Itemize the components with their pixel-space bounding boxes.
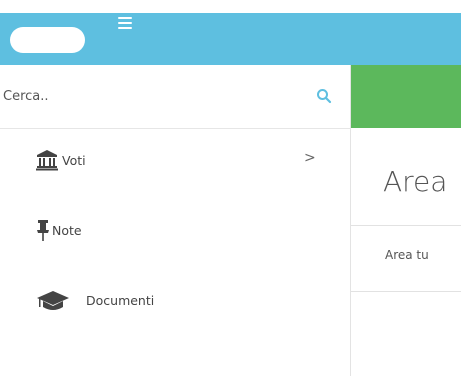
divider xyxy=(351,225,461,226)
thumbtack-icon xyxy=(37,220,49,241)
chevron-right-icon: > xyxy=(304,150,316,166)
logo[interactable] xyxy=(10,27,85,53)
page-header-bar xyxy=(351,65,461,128)
sidebar: Voti > Note Documenti xyxy=(0,65,351,376)
sidebar-item-documenti[interactable]: Documenti xyxy=(0,285,350,321)
search-input[interactable] xyxy=(0,65,303,127)
sidebar-item-voti[interactable]: Voti > xyxy=(0,145,350,181)
sidebar-search xyxy=(0,65,350,129)
graduation-cap-icon xyxy=(37,291,69,310)
top-navbar xyxy=(0,13,461,65)
divider xyxy=(351,291,461,292)
breadcrumb: Area tu xyxy=(385,248,429,262)
search-icon[interactable] xyxy=(316,88,332,104)
sidebar-item-label: Voti xyxy=(62,153,86,168)
menu-toggle-button[interactable] xyxy=(118,17,132,29)
sidebar-item-note[interactable]: Note xyxy=(0,215,350,251)
page-title: Area xyxy=(383,165,448,198)
university-icon xyxy=(36,150,58,171)
sidebar-item-label: Documenti xyxy=(86,293,155,308)
sidebar-item-label: Note xyxy=(52,223,82,238)
main-content: Area Area tu xyxy=(351,65,461,376)
